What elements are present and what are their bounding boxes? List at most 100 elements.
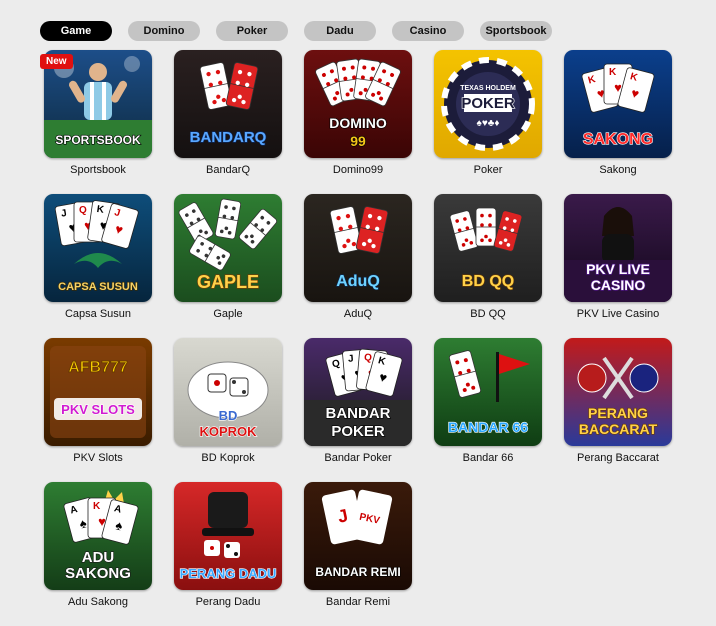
game-logo-text: SPORTSBOOK	[55, 133, 141, 147]
game-logo-text: CAPSA SUSUN	[58, 281, 138, 293]
game-thumbnail[interactable]: PKV LIVE CASINO	[564, 194, 672, 302]
tab-sportsbook[interactable]: Sportsbook	[480, 21, 552, 41]
domino-fan-icon: DOMINO 99	[304, 50, 412, 158]
game-thumbnail[interactable]: K ♥ K ♥ K ♥ SAKONG	[564, 50, 672, 158]
game-card-domino99[interactable]: DOMINO 99 Domino99	[304, 50, 412, 176]
poker-chip-icon: TEXAS HOLDEM POKER ♠♥♣♦	[434, 50, 542, 158]
game-thumbnail[interactable]: PERANG BACCARAT	[564, 338, 672, 446]
game-logo-text: BANDAR	[326, 405, 391, 422]
game-thumbnail[interactable]: J ♥ Q ♥ K ♥ J ♥ CAPSA SUSUN	[44, 194, 152, 302]
game-logo-text: GAPLE	[197, 272, 259, 292]
game-title: PKV Slots	[73, 452, 123, 464]
game-thumbnail[interactable]: BANDARQ	[174, 50, 282, 158]
game-logo-text: POKER	[461, 95, 515, 112]
domino-tiles-icon: GAPLE	[174, 194, 282, 302]
game-logo-text: POKER	[331, 423, 385, 440]
game-title: Domino99	[332, 164, 384, 176]
domino-hand-icon: BANDARQ	[174, 50, 282, 158]
domino-fan-icon: BD QQ	[434, 194, 542, 302]
game-title: PKV Live Casino	[576, 308, 660, 320]
game-title: Perang Baccarat	[577, 452, 659, 464]
svg-text:♠♥♣♦: ♠♥♣♦	[477, 118, 500, 129]
game-thumbnail[interactable]: A ♠ K ♥ A ♠ ADU SAKONG	[44, 482, 152, 590]
game-card-poker[interactable]: TEXAS HOLDEM POKER ♠♥♣♦ Poker	[434, 50, 542, 176]
crossed-swords-icon: PERANGBACCARAT	[564, 338, 672, 446]
game-card-bandarq[interactable]: BANDARQ BandarQ	[174, 50, 282, 176]
game-card-perang-dadu[interactable]: PERANG DADU Perang Dadu	[174, 482, 282, 608]
game-card-bd-qq[interactable]: BD QQ BD QQ	[434, 194, 542, 320]
game-thumbnail[interactable]: TEXAS HOLDEM POKER ♠♥♣♦	[434, 50, 542, 158]
game-logo-text: BD QQ	[462, 273, 514, 290]
game-card-bd-koprok[interactable]: BD KOPROK BD Koprok	[174, 338, 282, 464]
game-thumbnail[interactable]: BANDAR 66	[434, 338, 542, 446]
game-thumbnail[interactable]: AFB777 PKV SLOTS	[44, 338, 152, 446]
game-card-capsa-susun[interactable]: J ♥ Q ♥ K ♥ J ♥ CAPSA SUSUN Capsa Susun	[44, 194, 152, 320]
dragon-cards-icon: J♥Q♥K♥J♥CAPSA SUSUN	[44, 194, 152, 302]
game-card-sakong[interactable]: K ♥ K ♥ K ♥ SAKONG Sakong	[564, 50, 672, 176]
tab-casino[interactable]: Casino	[392, 21, 464, 41]
game-logo-text: ADU	[82, 549, 115, 566]
tab-domino[interactable]: Domino	[128, 21, 200, 41]
game-logo-text: PKV SLOTS	[61, 402, 135, 417]
game-logo-text: DOMINO	[329, 115, 387, 131]
svg-text:K: K	[609, 67, 617, 78]
game-thumbnail[interactable]: J PKV BANDAR REMI	[304, 482, 412, 590]
new-badge: New	[40, 54, 73, 69]
game-thumbnail[interactable]: AduQ	[304, 194, 412, 302]
svg-text:Q: Q	[364, 352, 373, 364]
game-title: BD Koprok	[201, 452, 255, 464]
game-card-aduq[interactable]: AduQ AduQ	[304, 194, 412, 320]
tab-poker[interactable]: Poker	[216, 21, 288, 41]
game-thumbnail[interactable]: BD QQ	[434, 194, 542, 302]
game-logo-text: BD	[219, 408, 238, 423]
game-logo-text: PKV LIVE	[586, 261, 650, 277]
game-card-adu-sakong[interactable]: A ♠ K ♥ A ♠ ADU SAKONG Adu Sakong	[44, 482, 152, 608]
live-dealer-icon: PKV LIVECASINO	[564, 194, 672, 302]
game-thumbnail[interactable]: BD KOPROK	[174, 338, 282, 446]
game-card-bandar-66[interactable]: BANDAR 66 Bandar 66	[434, 338, 542, 464]
game-thumbnail[interactable]: PERANG DADU	[174, 482, 282, 590]
game-thumbnail[interactable]: GAPLE	[174, 194, 282, 302]
game-card-bandar-remi[interactable]: J PKV BANDAR REMI Bandar Remi	[304, 482, 412, 608]
game-logo-text: BANDARQ	[190, 129, 267, 146]
domino-hand-icon: AduQ	[304, 194, 412, 302]
tab-dadu[interactable]: Dadu	[304, 21, 376, 41]
king-cards-icon: K♥K♥K♥SAKONG	[564, 50, 672, 158]
category-tabs: Game Domino Poker Dadu Casino Sportsbook	[40, 21, 552, 41]
poker-cards-icon: Q♥J♥Q♥K♥BANDARPOKER	[304, 338, 412, 446]
game-card-perang-baccarat[interactable]: PERANG BACCARAT Perang Baccarat	[564, 338, 672, 464]
game-sublogo-text: TEXAS HOLDEM	[460, 85, 516, 92]
game-thumbnail[interactable]: DOMINO 99	[304, 50, 412, 158]
game-logo-text: CASINO	[591, 277, 646, 293]
game-logo-text: SAKONG	[65, 565, 131, 582]
game-title: Sportsbook	[70, 164, 126, 176]
tab-game[interactable]: Game	[40, 21, 112, 41]
game-title: Bandar 66	[462, 452, 514, 464]
dice-icon: BDKOPROK	[174, 338, 282, 446]
dice-cup-icon: PERANG DADU	[174, 482, 282, 590]
game-title: Capsa Susun	[64, 308, 132, 320]
game-sublogo-text: AFB777	[68, 359, 128, 376]
crown-cards-icon: A♠K♥A♠ADUSAKONG	[44, 482, 152, 590]
game-logo-text: PERANG DADU	[180, 566, 277, 581]
game-logo-text: KOPROK	[199, 424, 257, 439]
domino-flag-icon: BANDAR 66	[434, 338, 542, 446]
game-card-bandar-poker[interactable]: Q♥J♥Q♥K♥BANDARPOKER Bandar Poker	[304, 338, 412, 464]
game-title: Adu Sakong	[68, 596, 128, 608]
game-title: BandarQ	[205, 164, 251, 176]
game-card-pkv-slots[interactable]: AFB777 PKV SLOTS PKV Slots	[44, 338, 152, 464]
game-title: Sakong	[599, 164, 637, 176]
game-logo-text: AduQ	[336, 273, 380, 290]
game-title: Bandar Poker	[324, 452, 392, 464]
game-title: BD QQ	[470, 308, 506, 320]
game-logo-text: 99	[350, 133, 366, 149]
game-title: Gaple	[213, 308, 243, 320]
game-logo-text: BANDAR 66	[448, 419, 528, 435]
game-thumbnail[interactable]: Q♥J♥Q♥K♥BANDARPOKER	[304, 338, 412, 446]
game-card-pkv-live-casino[interactable]: PKV LIVE CASINO PKV Live Casino	[564, 194, 672, 320]
game-grid: SPORTSBOOK Sportsbook BANDARQ BandarQ DO…	[44, 50, 672, 608]
svg-text:Q: Q	[79, 205, 87, 216]
game-card-gaple[interactable]: GAPLE Gaple	[174, 194, 282, 320]
game-logo-text: SAKONG	[583, 131, 653, 148]
game-title: Poker	[473, 164, 503, 176]
